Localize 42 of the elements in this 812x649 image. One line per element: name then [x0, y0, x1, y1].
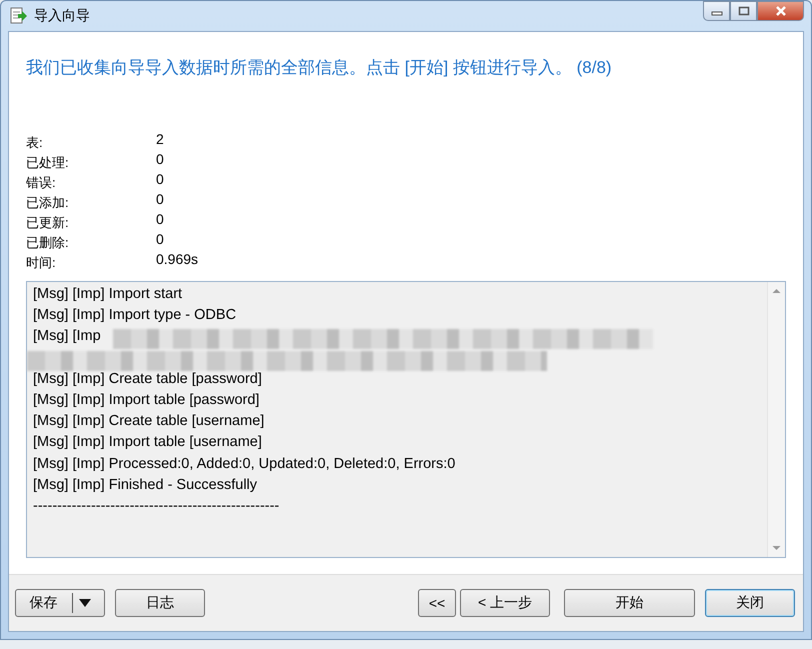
stat-label: 已删除:	[26, 234, 70, 252]
close-button[interactable]	[757, 1, 804, 21]
window-title: 导入向导	[34, 7, 90, 25]
log-line: [Msg] [Imp] Import table [password]	[33, 392, 260, 408]
scroll-up-icon	[772, 288, 781, 294]
stat-value: 0	[156, 210, 165, 229]
stat-label: 时间:	[26, 254, 57, 272]
scroll-down-icon	[772, 545, 781, 551]
stat-value: 0	[156, 230, 165, 249]
footer-button[interactable]: 关闭	[705, 589, 795, 617]
log-line: [Msg] [Imp] Import start	[33, 286, 182, 302]
import-icon	[10, 7, 28, 25]
stat-value: 2	[156, 130, 165, 149]
stat-value: 0	[156, 170, 165, 189]
stat-label: 错误:	[26, 174, 57, 192]
stat-label: 表:	[26, 134, 44, 152]
stat-value: 0	[156, 190, 165, 209]
wizard-heading: 我们已收集向导导入数据时所需的全部信息。点击 [开始] 按钮进行导入。 (8/8)	[26, 57, 613, 79]
log-line: ---------------------------------------------------	[33, 498, 280, 514]
stat-label: 已添加:	[26, 194, 70, 212]
log-line: [Msg] [Imp] Import type - ODBC	[33, 307, 236, 324]
maximize-button[interactable]	[730, 1, 757, 21]
scrollbar[interactable]	[767, 282, 785, 557]
dropdown-arrow-icon	[78, 599, 90, 607]
footer-button[interactable]: 日志	[115, 589, 205, 617]
footer-button[interactable]: < 上一步	[460, 589, 550, 617]
stat-label: 已更新:	[26, 214, 70, 232]
log-line: [Msg] [Imp] Processed:0, Added:0, Updated:0, Deleted:0, Errors:0	[33, 456, 456, 472]
footer-button[interactable]: <<	[418, 589, 456, 617]
stat-value: 0	[156, 150, 165, 169]
log-line: [Msg] [Imp] Create table [password]	[33, 370, 262, 387]
log-line: [Msg] [Imp] Finished - Successfully	[33, 476, 258, 493]
stat-value: 0.969s	[156, 250, 200, 269]
minimize-button[interactable]	[703, 1, 730, 21]
footer-button[interactable]: 保存	[15, 589, 105, 617]
close-icon	[774, 6, 786, 16]
maximize-icon	[738, 6, 750, 16]
log-line: [Msg] [Imp] Create table [username]	[33, 413, 264, 430]
stat-label: 已处理:	[26, 154, 70, 172]
log-line: [Msg] [Imp	[33, 328, 101, 344]
log-line: [Msg] [Imp] Import table [username]	[33, 434, 262, 450]
footer-button[interactable]: 开始	[564, 589, 695, 617]
